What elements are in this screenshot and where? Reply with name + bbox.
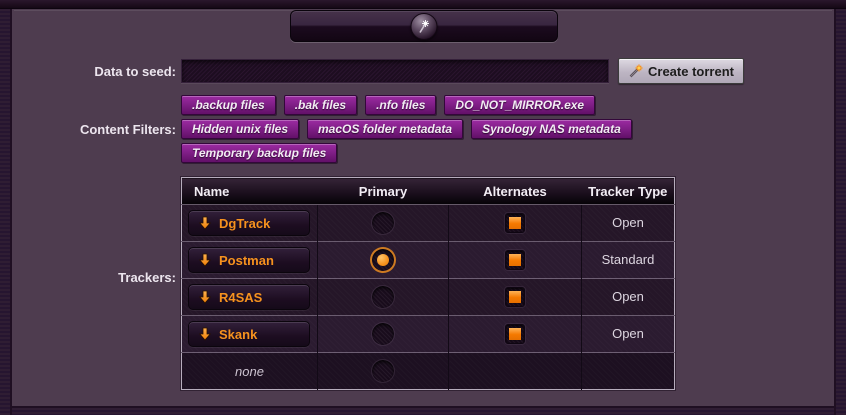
primary-radio[interactable] (372, 360, 394, 382)
primary-radio[interactable] (372, 249, 394, 271)
content-filter-chip[interactable]: Temporary backup files (181, 143, 337, 163)
primary-cell (318, 205, 449, 242)
download-arrow-icon (199, 290, 211, 304)
column-header: Tracker Type (582, 178, 675, 205)
tracker-name-label: Skank (219, 327, 257, 342)
tracker-link-button[interactable]: Postman (188, 247, 310, 273)
primary-cell (318, 316, 449, 353)
top-strip (0, 0, 846, 9)
content-filter-chip[interactable]: Hidden unix files (181, 119, 299, 139)
tracker-name-cell: DgTrack (182, 205, 318, 242)
tracker-type-label: Open (612, 215, 644, 230)
alternates-checkbox[interactable] (505, 287, 525, 307)
tracker-type-label: Standard (602, 252, 655, 267)
tracker-name-cell: R4SAS (182, 279, 318, 316)
alternates-checkbox[interactable] (505, 213, 525, 233)
magic-wand-sphere-button[interactable] (411, 13, 438, 40)
primary-cell (318, 242, 449, 279)
alternates-cell (449, 242, 582, 279)
tracker-link-button[interactable]: DgTrack (188, 210, 310, 236)
download-arrow-icon (199, 327, 211, 341)
create-torrent-panel: Data to seed: Create torrent Content Fil… (0, 0, 846, 415)
tracker-link-button[interactable]: R4SAS (188, 284, 310, 310)
column-header: Alternates (449, 178, 582, 205)
tracker-name-label: DgTrack (219, 216, 270, 231)
tracker-name-cell: Skank (182, 316, 318, 353)
trackers-header-row: NamePrimaryAlternatesTracker Type (182, 178, 675, 205)
primary-radio[interactable] (372, 323, 394, 345)
tracker-name-label: Postman (219, 253, 274, 268)
trackers-label: Trackers: (0, 270, 176, 285)
alternates-cell (449, 205, 582, 242)
tracker-row: DgTrack Open (182, 205, 675, 242)
column-header: Primary (318, 178, 449, 205)
trackers-table: NamePrimaryAlternatesTracker Type DgTrac… (181, 177, 675, 390)
tracker-row: none (182, 353, 675, 390)
primary-radio[interactable] (372, 286, 394, 308)
content-filter-chip[interactable]: macOS folder metadata (307, 119, 463, 139)
alternates-cell (449, 353, 582, 390)
primary-cell (318, 279, 449, 316)
magic-wand-icon (628, 64, 643, 79)
tracker-row: Postman Standard (182, 242, 675, 279)
trackers-tbody: DgTrackOpenPostmanStandardR4SASOpenSkank… (182, 205, 675, 390)
tracker-type-cell: Open (582, 316, 675, 353)
tracker-none-label: none (182, 364, 317, 379)
create-torrent-button-label: Create torrent (648, 64, 734, 79)
tracker-type-cell (582, 353, 675, 390)
tracker-type-cell: Standard (582, 242, 675, 279)
download-arrow-icon (199, 253, 211, 267)
tracker-type-label: Open (612, 289, 644, 304)
tracker-name-label: R4SAS (219, 290, 262, 305)
alternates-cell (449, 279, 582, 316)
data-to-seed-label: Data to seed: (0, 64, 176, 79)
chip-row: Temporary backup files (181, 143, 661, 163)
content-filter-chip[interactable]: Synology NAS metadata (471, 119, 632, 139)
content-filter-chip[interactable]: .nfo files (365, 95, 436, 115)
tracker-row: Skank Open (182, 316, 675, 353)
tracker-row: R4SAS Open (182, 279, 675, 316)
create-torrent-button[interactable]: Create torrent (618, 58, 744, 84)
tracker-type-cell: Open (582, 279, 675, 316)
frame-bottom (12, 406, 834, 415)
tracker-link-button[interactable]: Skank (188, 321, 310, 347)
frame-right (834, 9, 846, 415)
alternates-cell (449, 316, 582, 353)
magic-wand-sphere-icon (417, 18, 434, 35)
column-header: Name (182, 178, 318, 205)
alternates-checkbox[interactable] (505, 250, 525, 270)
content-filter-chip[interactable]: .backup files (181, 95, 276, 115)
tracker-type-cell: Open (582, 205, 675, 242)
tracker-type-label: Open (612, 326, 644, 341)
tracker-name-cell: none (182, 353, 318, 390)
alternates-checkbox[interactable] (505, 324, 525, 344)
primary-cell (318, 353, 449, 390)
content-filters-label: Content Filters: (0, 122, 176, 137)
data-to-seed-input[interactable] (181, 59, 609, 83)
chip-row: .backup files .bak files .nfo files DO_NOT_… (181, 95, 661, 115)
primary-radio[interactable] (372, 212, 394, 234)
create-torrent-tab[interactable] (290, 10, 558, 42)
chip-row: Hidden unix files macOS folder metadata Sy… (181, 119, 661, 139)
download-arrow-icon (199, 216, 211, 230)
content-filter-chip[interactable]: .bak files (284, 95, 357, 115)
content-filter-chip[interactable]: DO_NOT_MIRROR.exe (444, 95, 595, 115)
content-filter-rows: .backup files .bak files .nfo files DO_NOT_… (181, 95, 661, 167)
tracker-name-cell: Postman (182, 242, 318, 279)
